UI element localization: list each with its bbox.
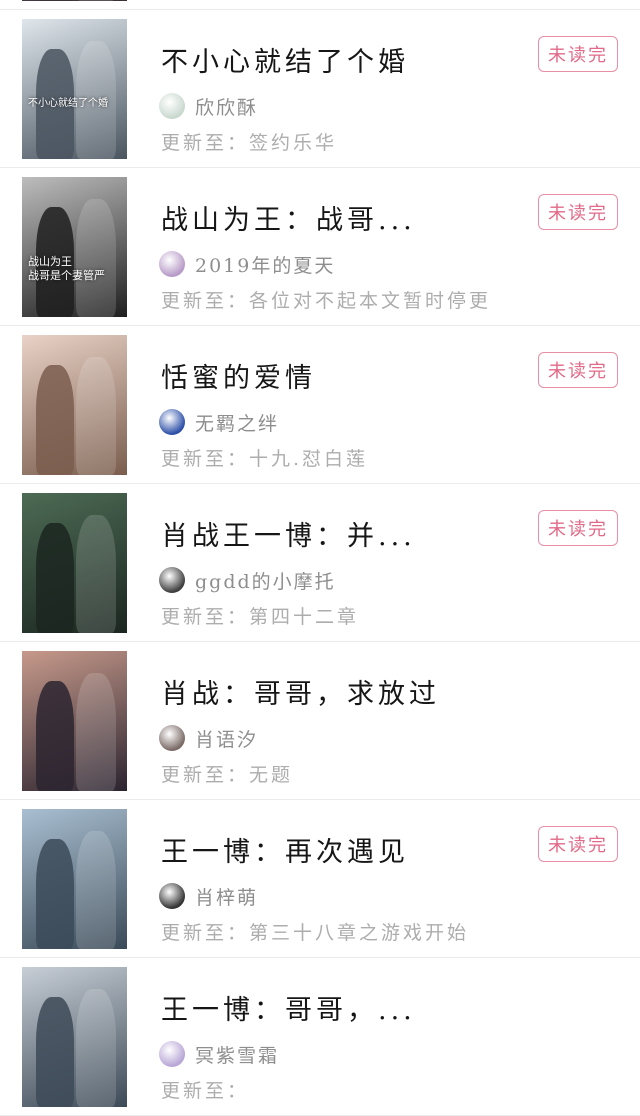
latest-update: 更新至： [161,1076,249,1103]
author-row[interactable]: 肖语汐 [159,724,258,752]
author-name: 2019年的夏天 [195,254,336,277]
unread-badge: 未读完 [538,352,618,388]
author-name: 冥紫雪霜 [195,1044,280,1067]
cover-overlay-text: 战山为王 战哥是个妻管严 [28,255,105,282]
book-row[interactable]: 肖战：哥哥，求放过 肖语汐 更新至：无题 [0,642,640,800]
book-title[interactable]: 恬蜜的爱情 [161,356,521,395]
book-title[interactable]: 王一博：哥哥，... [161,988,521,1027]
author-avatar [159,1041,185,1067]
book-row[interactable]: 不小心就结了个婚 不小心就结了个婚 欣欣酥 更新至：签约乐华 未读完 [0,10,640,168]
book-row[interactable]: 王一博：哥哥，... 冥紫雪霜 更新至： [0,958,640,1116]
book-cover-image[interactable] [22,0,127,1]
update-chapter-text: 第四十二章 [249,606,360,628]
update-chapter-text: 签约乐华 [249,132,338,154]
update-prefix-label: 更新至： [161,606,250,628]
cover-overlay-text: 不小心就结了个婚 [28,98,108,109]
book-row[interactable]: 王一博：再次遇见 肖梓萌 更新至：第三十八章之游戏开始 未读完 [0,800,640,958]
latest-update: 更新至：各位对不起本文暂时停更 [161,286,491,313]
book-row[interactable]: 肖战王一博：并... ggdd的小摩托 更新至：第四十二章 未读完 [0,484,640,642]
update-chapter-text: 无题 [249,764,294,786]
update-prefix-label: 更新至： [161,1080,250,1102]
book-cover-image[interactable] [22,809,127,949]
update-prefix-label: 更新至： [161,132,250,154]
author-avatar [159,567,185,593]
update-prefix-label: 更新至： [161,764,250,786]
author-row[interactable]: 冥紫雪霜 [159,1040,279,1068]
author-row[interactable]: ggdd的小摩托 [159,566,336,594]
author-name: 欣欣酥 [195,96,259,119]
author-avatar [159,409,185,435]
book-row[interactable]: 战山为王 战哥是个妻管严 战山为王：战哥... 2019年的夏天 更新至：各位对… [0,168,640,326]
book-cover-image[interactable] [22,967,127,1107]
book-title[interactable]: 肖战：哥哥，求放过 [161,672,521,711]
book-cover-image[interactable]: 不小心就结了个婚 [22,19,127,159]
update-prefix-label: 更新至： [161,922,250,944]
author-row[interactable]: 肖梓萌 [159,882,258,910]
book-cover-image[interactable] [22,651,127,791]
unread-badge: 未读完 [538,194,618,230]
author-name: 肖梓萌 [195,886,259,909]
unread-badge: 未读完 [538,826,618,862]
update-prefix-label: 更新至： [161,448,250,470]
book-title[interactable]: 不小心就结了个婚 [161,40,521,79]
update-prefix-label: 更新至： [161,290,250,312]
book-title[interactable]: 肖战王一博：并... [161,514,521,553]
latest-update: 更新至：第三十八章之游戏开始 [161,918,469,945]
latest-update: 更新至：签约乐华 [161,128,337,155]
author-avatar [159,251,185,277]
update-chapter-text: 十九.怼白莲 [249,448,369,470]
latest-update: 更新至：第四十二章 [161,602,359,629]
book-row[interactable]: 恬蜜的爱情 无羁之绊 更新至：十九.怼白莲 未读完 [0,326,640,484]
book-cover-image[interactable]: 战山为王 战哥是个妻管严 [22,177,127,317]
author-name: 无羁之绊 [195,412,280,435]
book-row[interactable] [0,0,640,10]
update-chapter-text: 第三十八章之游戏开始 [249,922,470,944]
author-avatar [159,93,185,119]
author-name: 肖语汐 [195,728,259,751]
author-avatar [159,725,185,751]
book-cover-image[interactable] [22,493,127,633]
author-row[interactable]: 2019年的夏天 [159,250,335,278]
book-title[interactable]: 王一博：再次遇见 [161,830,521,869]
latest-update: 更新至：无题 [161,760,293,787]
bookshelf-list: 不小心就结了个婚 不小心就结了个婚 欣欣酥 更新至：签约乐华 未读完 战山为王 … [0,0,640,1116]
author-row[interactable]: 无羁之绊 [159,408,279,436]
book-cover-image[interactable] [22,335,127,475]
update-chapter-text: 各位对不起本文暂时停更 [249,290,492,312]
latest-update: 更新至：十九.怼白莲 [161,444,368,471]
author-avatar [159,883,185,909]
unread-badge: 未读完 [538,510,618,546]
unread-badge: 未读完 [538,36,618,72]
author-row[interactable]: 欣欣酥 [159,92,258,120]
author-name: ggdd的小摩托 [195,570,336,593]
book-title[interactable]: 战山为王：战哥... [161,198,521,237]
